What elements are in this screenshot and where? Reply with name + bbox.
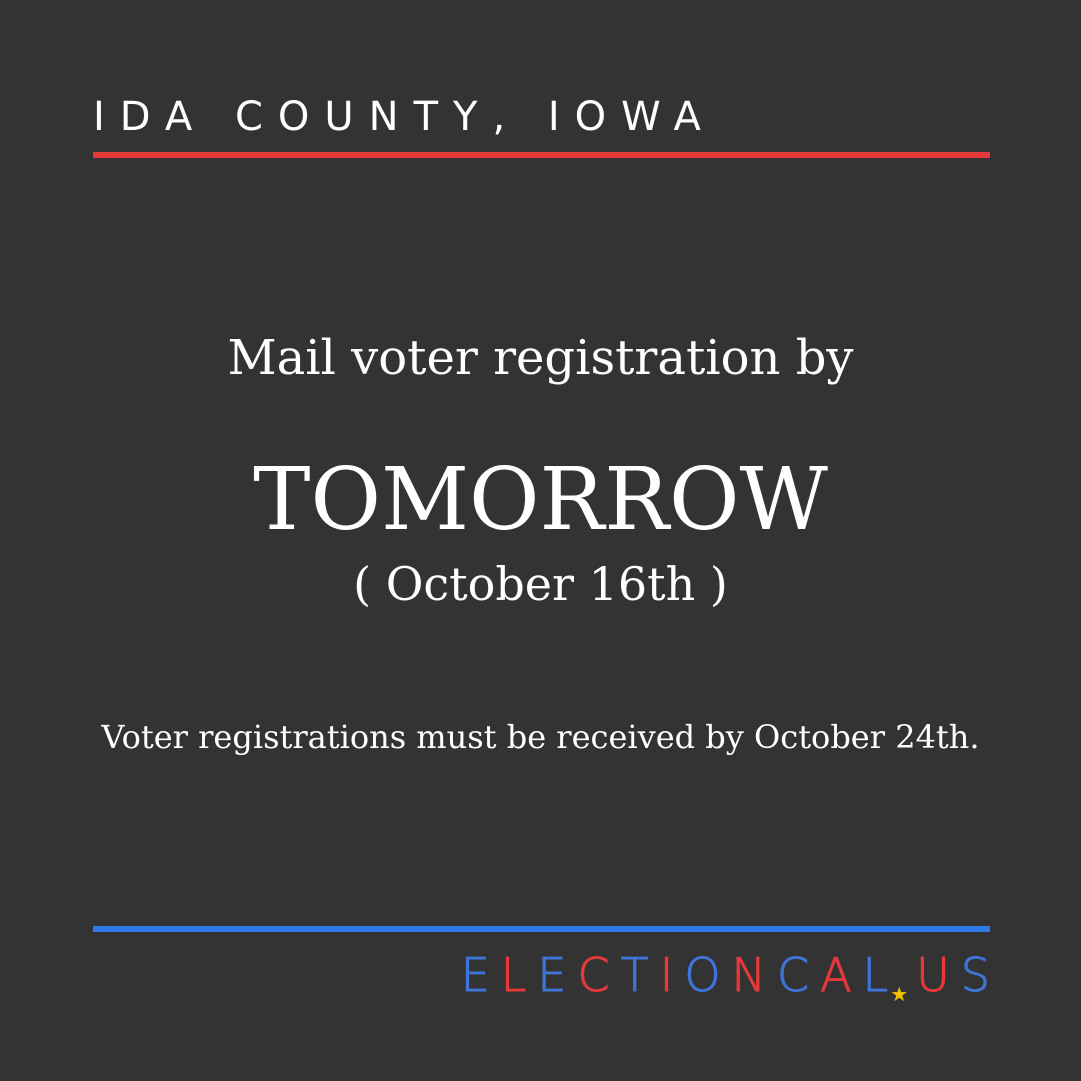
brand-letter: L xyxy=(500,948,527,1002)
bottom-blue-divider xyxy=(93,926,990,932)
star-icon: ★ xyxy=(890,982,909,1006)
brand-letter: L xyxy=(862,948,889,1002)
brand-letter: C xyxy=(776,948,810,1002)
brand-letter: E xyxy=(537,948,567,1002)
brand-letter: E xyxy=(460,948,490,1002)
brand-letter: N xyxy=(731,948,766,1002)
graphic-canvas: IDA COUNTY, IOWA Mail voter registration… xyxy=(0,0,1081,1081)
deadline-date: ( October 16th ) xyxy=(353,557,728,611)
brand-letter: I xyxy=(659,948,674,1002)
brand-letter: T xyxy=(620,948,649,1002)
brand-letter: C xyxy=(577,948,610,1002)
deadline-word: TOMORROW xyxy=(253,450,828,550)
brand-logo: E L E C T I O N C A L ★ U S xyxy=(450,948,990,1007)
received-by-note: Voter registrations must be received by … xyxy=(101,718,980,756)
brand-letter: S xyxy=(960,948,990,1002)
headline: Mail voter registration by xyxy=(227,330,854,386)
top-red-divider xyxy=(93,152,990,158)
county-title: IDA COUNTY, IOWA xyxy=(93,94,716,140)
brand-letter: O xyxy=(684,948,721,1002)
brand-letter: A xyxy=(820,948,852,1002)
brand-letter: U xyxy=(916,948,951,1002)
